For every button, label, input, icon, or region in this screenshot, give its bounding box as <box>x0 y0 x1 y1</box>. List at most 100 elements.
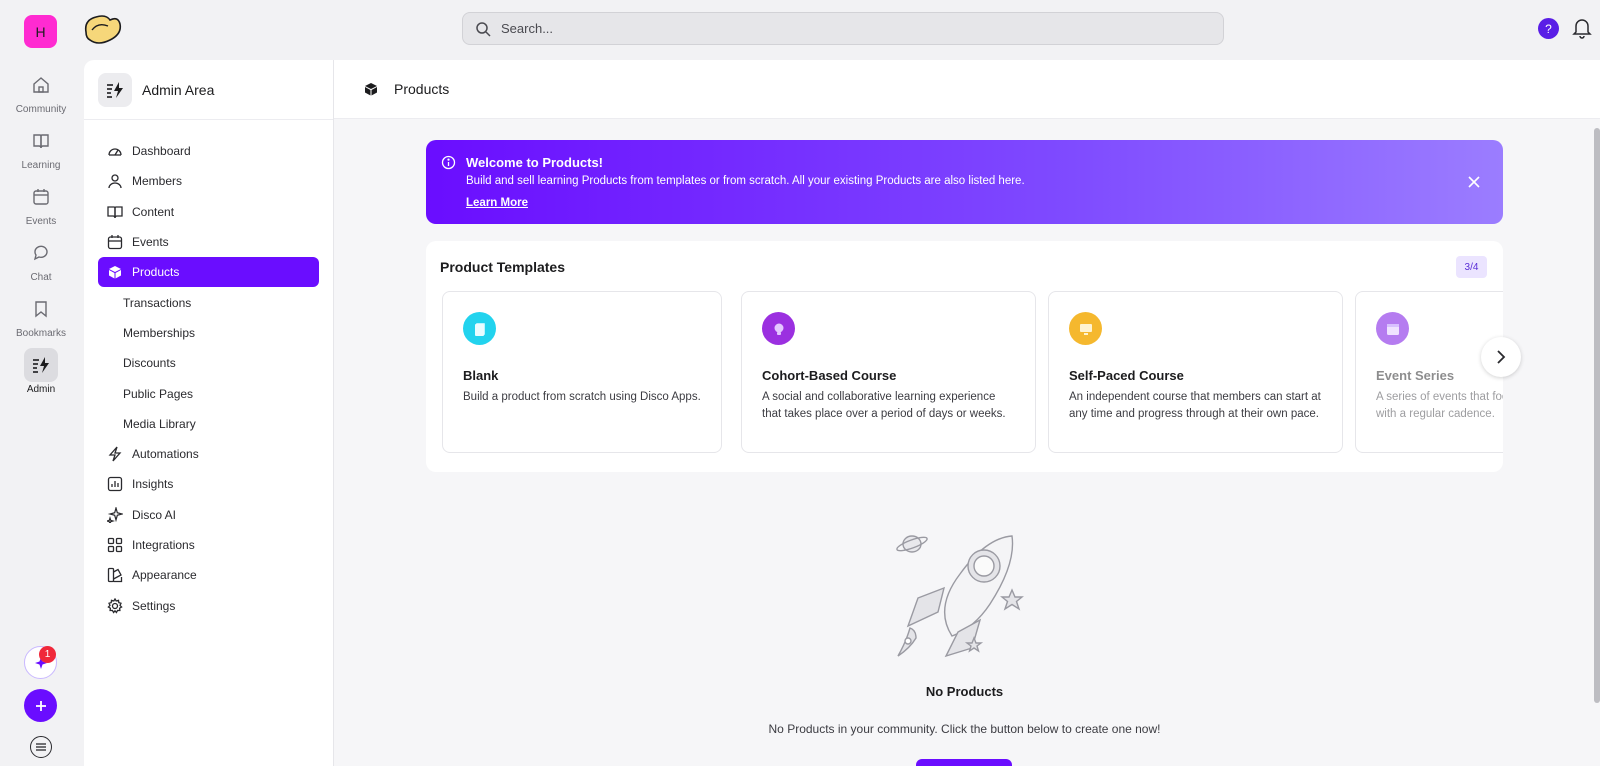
welcome-banner: Welcome to Products! Build and sell lear… <box>426 140 1503 224</box>
rail-label-community: Community <box>15 104 67 115</box>
rail-item-learning[interactable]: Learning <box>0 124 82 171</box>
template-description: Build a product from scratch using Disco… <box>463 391 701 403</box>
templates-title: Product Templates <box>440 259 565 275</box>
rail-item-admin[interactable]: Admin <box>0 348 82 395</box>
sparkle-icon <box>106 506 124 524</box>
template-card-blank[interactable]: Blank Build a product from scratch using… <box>442 291 722 453</box>
nav-item-products[interactable]: Products <box>98 257 319 288</box>
nav-sub-label: Discounts <box>123 356 176 371</box>
template-description: An independent course that members can s… <box>1069 391 1321 420</box>
template-card-cohort-course[interactable]: Cohort-Based Course A social and collabo… <box>741 291 1036 453</box>
template-name: Self-Paced Course <box>1069 368 1184 383</box>
page-title: Products <box>394 81 450 97</box>
nav-sub-discounts[interactable]: Discounts <box>98 348 319 378</box>
calendar-icon <box>106 233 124 251</box>
chevron-right-icon <box>1497 350 1506 364</box>
template-name: Event Series <box>1376 368 1455 383</box>
cube-icon <box>362 80 380 98</box>
template-card-event-series[interactable]: Event Series A series of events that foc… <box>1355 291 1503 453</box>
cube-icon <box>106 263 124 281</box>
nav-sub-transactions[interactable]: Transactions <box>98 287 319 317</box>
community-avatar[interactable]: H <box>24 15 57 48</box>
sliders-icon <box>36 743 46 751</box>
close-banner-button[interactable] <box>1465 173 1483 191</box>
nav-item-content[interactable]: Content <box>98 197 319 227</box>
product-templates-panel: Product Templates 3/4 Blank Build a prod… <box>426 241 1503 472</box>
admin-bolt-icon <box>24 348 58 382</box>
preferences-button[interactable] <box>30 736 52 758</box>
template-name: Cohort-Based Course <box>762 368 897 383</box>
nav-label: Integrations <box>132 538 195 552</box>
community-logo[interactable] <box>82 12 122 46</box>
templates-next-button[interactable] <box>1481 337 1521 377</box>
nav-sub-label: Memberships <box>123 325 196 340</box>
nav-sub-memberships[interactable]: Memberships <box>98 318 319 348</box>
palette-icon <box>106 566 124 584</box>
rail-label-admin: Admin <box>26 384 56 395</box>
banner-title: Welcome to Products! <box>466 155 604 170</box>
nav-label: Products <box>132 265 180 280</box>
nav-item-insights[interactable]: Insights <box>98 469 319 499</box>
create-product-button[interactable] <box>916 759 1012 766</box>
chat-icon <box>24 236 58 270</box>
rail-item-bookmarks[interactable]: Bookmarks <box>0 292 82 339</box>
bell-icon <box>1572 19 1592 39</box>
nav-label: Dashboard <box>132 144 191 159</box>
empty-state-text: No Products in your community. Click the… <box>768 722 1161 736</box>
nav-sub-label: Public Pages <box>123 386 194 401</box>
rocket-illustration <box>894 528 1034 668</box>
search-input[interactable] <box>501 21 1181 36</box>
empty-state-title: No Products <box>925 684 1004 699</box>
rail-label-bookmarks: Bookmarks <box>15 328 66 339</box>
rail-label-chat: Chat <box>30 272 52 283</box>
nav-label: Disco AI <box>132 507 177 522</box>
nav-label: Appearance <box>132 568 197 583</box>
nav-item-settings[interactable]: Settings <box>98 590 319 620</box>
admin-nav: Dashboard Members Content Events Product… <box>84 120 333 621</box>
calendar-icon <box>1376 312 1409 345</box>
nav-label: Content <box>132 204 175 219</box>
nav-sub-media-library[interactable]: Media Library <box>98 409 319 439</box>
banner-text: Build and sell learning Products from te… <box>466 175 1025 187</box>
templates-count-badge: 3/4 <box>1456 256 1487 278</box>
template-name: Blank <box>463 368 499 383</box>
rail-item-events[interactable]: Events <box>0 180 82 227</box>
admin-sidebar: Admin Area Dashboard Members Content Eve… <box>84 60 334 766</box>
rail-item-chat[interactable]: Chat <box>0 236 82 283</box>
admin-bolt-icon <box>98 72 132 107</box>
info-icon <box>441 155 456 170</box>
nav-sub-public-pages[interactable]: Public Pages <box>98 378 319 408</box>
rail-label-events: Events <box>25 216 57 227</box>
create-plus-button[interactable] <box>24 689 57 722</box>
lightning-icon <box>106 445 124 463</box>
nav-sub-label: Transactions <box>123 295 192 310</box>
nav-item-appearance[interactable]: Appearance <box>98 560 319 590</box>
main-panel: Products Welcome to Products! Build and … <box>334 60 1600 766</box>
admin-title: Admin Area <box>142 81 215 98</box>
nav-item-disco-ai[interactable]: Disco AI <box>98 500 319 530</box>
help-button[interactable]: ? <box>1538 18 1559 39</box>
search-icon <box>476 21 491 37</box>
book-open-icon <box>106 203 124 221</box>
rail-item-community[interactable]: Community <box>0 68 82 115</box>
admin-header: Admin Area <box>84 60 333 120</box>
nav-label: Insights <box>132 477 174 492</box>
page-header: Products <box>334 60 1600 119</box>
notifications-button[interactable] <box>1572 17 1592 39</box>
global-search[interactable] <box>462 12 1224 45</box>
nav-item-events[interactable]: Events <box>98 227 319 257</box>
nav-item-automations[interactable]: Automations <box>98 439 319 469</box>
scrollbar[interactable] <box>1594 128 1600 703</box>
dashboard-icon <box>106 142 124 160</box>
logo-icon <box>84 15 122 44</box>
template-card-self-paced-course[interactable]: Self-Paced Course An independent course … <box>1048 291 1343 453</box>
template-description: A series of events that focus on a topic… <box>1376 391 1503 420</box>
nav-item-dashboard[interactable]: Dashboard <box>98 136 319 166</box>
nav-item-integrations[interactable]: Integrations <box>98 530 319 560</box>
nav-sub-label: Media Library <box>123 416 196 431</box>
learn-more-link[interactable]: Learn More <box>466 197 528 209</box>
lightbulb-icon <box>762 312 795 345</box>
nav-label: Members <box>132 174 183 189</box>
gear-icon <box>106 597 124 615</box>
nav-item-members[interactable]: Members <box>98 166 319 196</box>
